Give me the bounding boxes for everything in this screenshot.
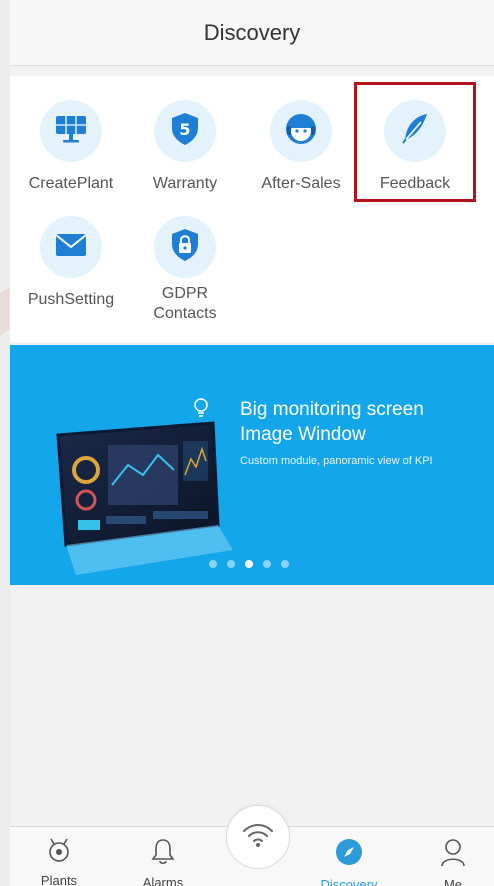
banner-title-line: Image Window (240, 424, 366, 445)
carousel-dot-active[interactable] (245, 560, 253, 568)
lightbulb-icon (192, 397, 210, 422)
carousel-dot[interactable] (227, 560, 235, 568)
page-title: Discovery (203, 19, 301, 45)
tile-warranty[interactable]: 5 Warranty (128, 100, 242, 194)
tab-me[interactable]: Me (408, 827, 494, 886)
envelope-icon (54, 232, 88, 263)
tile-label: After-Sales (261, 175, 341, 192)
wifi-config-button[interactable] (226, 805, 290, 869)
icon-circle: 5 (154, 100, 216, 162)
icon-circle (154, 216, 216, 278)
tile-label: Warranty (152, 175, 218, 192)
banner-title: Big monitoring screen Image Window (240, 397, 424, 447)
carousel-dot[interactable] (209, 560, 217, 568)
tile-label: Feedback (379, 175, 451, 192)
tab-label: Plants (40, 873, 78, 886)
tab-label: Me (443, 877, 463, 886)
plant-icon (45, 837, 73, 863)
tile-after-sales[interactable]: After-Sales (244, 100, 358, 194)
carousel-indicator (209, 560, 289, 568)
icon-circle (40, 100, 102, 162)
icon-circle (270, 100, 332, 162)
tile-createplant[interactable]: CreatePlant (14, 100, 128, 194)
tab-alarms[interactable]: Alarms (118, 827, 208, 886)
svg-text:5: 5 (179, 120, 190, 139)
shield-five-icon: 5 (170, 112, 200, 151)
tile-label: GDPR Contacts (153, 285, 217, 322)
icon-circle (384, 100, 446, 162)
icon-circle (40, 216, 102, 278)
feather-icon (399, 112, 431, 151)
tab-label: Alarms (142, 875, 184, 886)
app-screen: Discovery CreatePlant 5 Warranty After-S… (10, 0, 494, 886)
tab-label: Discovery (320, 877, 378, 886)
compass-icon (334, 837, 364, 867)
carousel-dot[interactable] (263, 560, 271, 568)
tile-pushsetting[interactable]: PushSetting (14, 216, 128, 310)
promo-banner[interactable]: Big monitoring screen Image Window Custo… (10, 345, 494, 585)
tile-label: CreatePlant (28, 175, 114, 192)
monitoring-screen-illustration (56, 421, 233, 575)
tile-label: PushSetting (27, 291, 115, 308)
wifi-icon (241, 821, 275, 854)
tab-plants[interactable]: Plants (14, 827, 104, 886)
person-icon (440, 837, 466, 867)
tools-grid: CreatePlant 5 Warranty After-Sales Feedb… (10, 76, 494, 342)
header-bar: Discovery (10, 0, 494, 66)
banner-subtitle: Custom module, panoramic view of KPI (240, 455, 433, 467)
lock-shield-icon (170, 228, 200, 267)
carousel-dot[interactable] (281, 560, 289, 568)
banner-title-line: Big monitoring screen (240, 399, 424, 420)
bell-icon (150, 837, 176, 865)
tile-feedback[interactable]: Feedback (358, 100, 472, 194)
support-agent-icon (284, 112, 318, 151)
tab-discovery[interactable]: Discovery (304, 827, 394, 886)
tile-gdpr-contacts[interactable]: GDPR Contacts (128, 216, 242, 324)
solar-panel-icon (53, 113, 89, 150)
